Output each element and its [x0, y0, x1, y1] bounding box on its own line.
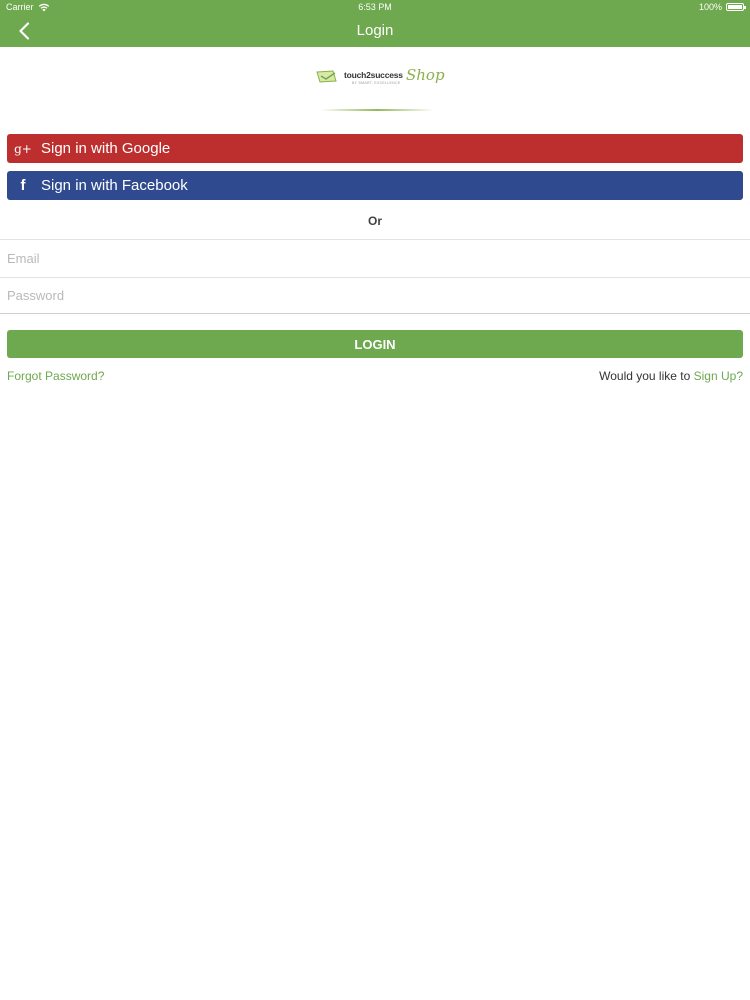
battery-icon — [726, 3, 746, 11]
facebook-icon: f — [20, 177, 26, 194]
login-button[interactable]: LOGIN — [7, 330, 743, 358]
logo-script: Shop — [406, 66, 445, 84]
status-bar: Carrier 6:53 PM 100% — [0, 0, 750, 14]
or-divider: Or — [367, 214, 382, 228]
google-signin-label: Sign in with Google — [41, 140, 171, 157]
brand-logo: touch2success BY SMART, EXCELLENCE Shop — [312, 64, 445, 114]
carrier-label: Carrier — [6, 2, 34, 12]
status-left: Carrier — [6, 2, 50, 12]
email-field-row — [0, 239, 750, 276]
email-field[interactable] — [0, 240, 750, 276]
nav-bar: Login — [0, 14, 750, 47]
signup-prompt: Would you like to — [599, 369, 691, 383]
logo-mark-icon — [316, 70, 337, 83]
signup-prompt-row: Would you like to Sign Up? — [599, 369, 743, 383]
password-field[interactable] — [0, 278, 750, 313]
signup-link[interactable]: Sign Up? — [694, 369, 743, 383]
page-title: Login — [356, 22, 394, 39]
wifi-icon — [38, 3, 49, 11]
facebook-signin-button[interactable]: f Sign in with Facebook — [7, 171, 743, 200]
facebook-signin-label: Sign in with Facebook — [41, 177, 188, 194]
status-time: 6:53 PM — [358, 2, 392, 12]
status-right: 100% — [698, 2, 746, 12]
google-plus-icon: g+ — [14, 141, 32, 156]
forgot-password-link[interactable]: Forgot Password? — [7, 369, 104, 383]
google-signin-button[interactable]: g+ Sign in with Google — [7, 134, 743, 163]
logo-subtext: BY SMART, EXCELLENCE — [352, 81, 401, 85]
logo-text: touch2success — [344, 70, 403, 80]
logo-underline — [320, 109, 434, 111]
password-field-row — [0, 277, 750, 314]
battery-percent: 100% — [698, 2, 722, 12]
